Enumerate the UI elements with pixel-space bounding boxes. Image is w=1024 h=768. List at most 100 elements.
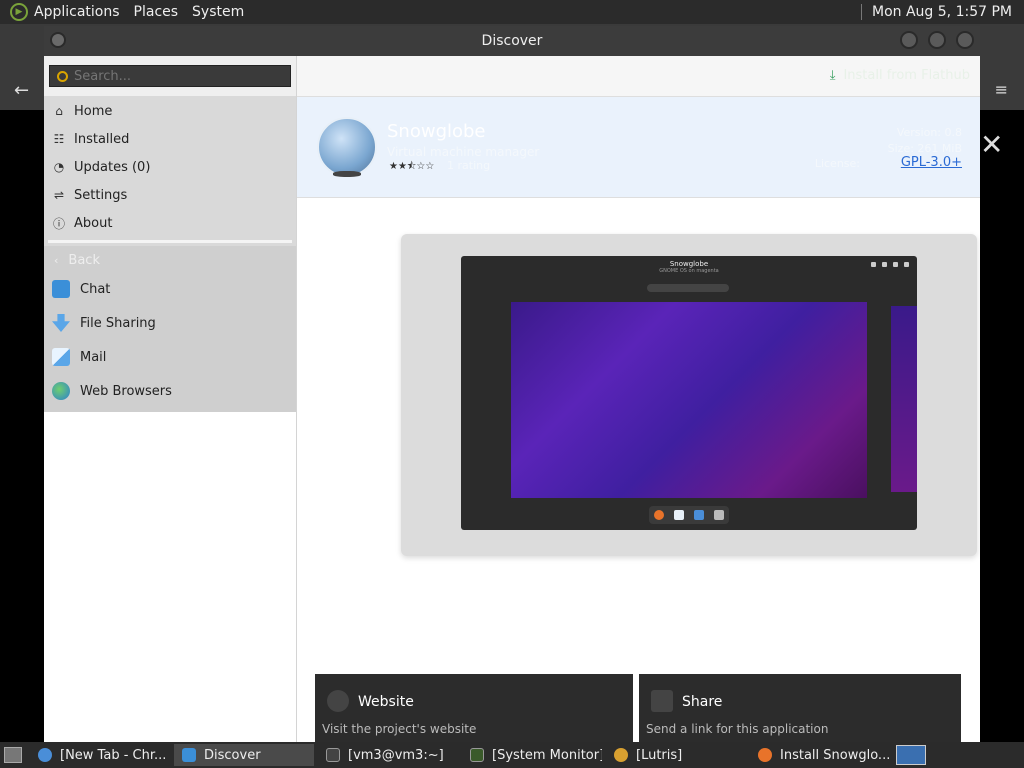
updates-icon: ◔ — [53, 160, 65, 174]
terminal-icon — [326, 748, 340, 762]
license-link[interactable]: GPL-3.0+ — [901, 155, 962, 170]
category-item-web-browsers[interactable]: Web Browsers — [44, 374, 296, 408]
screenshot-carousel[interactable]: Snowglobe GNOME OS on magenta — [401, 234, 977, 556]
card-desc: Send a link for this application — [646, 722, 829, 736]
files-icon — [674, 510, 684, 520]
card-desc: Visit the project's website — [322, 722, 477, 736]
home-icon: ⌂ — [55, 104, 63, 118]
task-label: Install Snowglo... — [780, 747, 890, 763]
card-title: Website — [358, 694, 414, 710]
clock-area: Mon Aug 5, 1:57 PM — [861, 4, 1024, 20]
firefox-icon — [654, 510, 664, 520]
taskbar: [New Tab - Chr... Discover [vm3@vm3:~] [… — [0, 742, 1024, 768]
task-chrome[interactable]: [New Tab - Chr... — [30, 744, 170, 766]
install-button[interactable]: ⤓ Install from Flathub — [830, 68, 970, 83]
system-monitor-icon — [470, 748, 484, 762]
mate-logo-icon[interactable]: ▶ — [10, 3, 28, 21]
menu-places[interactable]: Places — [134, 4, 179, 20]
back-label: Back — [68, 252, 100, 268]
window-controls — [900, 31, 974, 49]
sidebar-item-label: About — [74, 215, 113, 231]
app-name: Snowglobe — [387, 121, 486, 142]
category-label: File Sharing — [80, 315, 156, 331]
workspace-switcher[interactable] — [896, 745, 926, 765]
snowglobe-app-icon — [317, 117, 377, 177]
show-desktop-icon[interactable] — [4, 747, 22, 763]
screenshot-subtitle: GNOME OS on magenta — [659, 268, 719, 274]
content-header: ⤓ Install from Flathub — [297, 56, 980, 97]
discover-icon — [182, 748, 196, 762]
task-lutris[interactable]: [Lutris] — [606, 744, 746, 766]
minimize-button[interactable] — [900, 31, 918, 49]
sidebar-item-updates[interactable]: ◔ Updates (0) — [44, 153, 296, 181]
file-sharing-icon — [52, 314, 70, 332]
sidebar-item-settings[interactable]: ⇌ Settings — [44, 181, 296, 209]
sidebar-item-label: Installed — [74, 131, 130, 147]
clock[interactable]: Mon Aug 5, 1:57 PM — [872, 4, 1012, 20]
sidebar-item-home[interactable]: ⌂ Home — [44, 97, 296, 125]
screenshot-title: Snowglobe — [669, 260, 709, 268]
firefox-icon — [758, 748, 772, 762]
close-icon[interactable]: ✕ — [980, 128, 1006, 161]
website-card[interactable]: Website Visit the project's website — [315, 674, 633, 742]
top-panel: ▶ Applications Places System Mon Aug 5, … — [0, 0, 1024, 24]
task-label: [System Monitor] — [492, 747, 602, 763]
back-arrow-icon[interactable]: ← — [14, 80, 29, 101]
share-card[interactable]: Share Send a link for this application — [639, 674, 961, 742]
screenshot-wallpaper — [511, 302, 867, 498]
rating-count[interactable]: 1 rating — [447, 159, 490, 172]
category-item-chat[interactable]: Chat — [44, 272, 296, 306]
task-terminal[interactable]: [vm3@vm3:~] — [318, 744, 458, 766]
sidebar-item-about[interactable]: ⓘ About — [44, 209, 296, 237]
share-icon — [651, 690, 673, 712]
menu-applications[interactable]: Applications — [34, 4, 120, 20]
settings-icon: ⇌ — [53, 188, 65, 202]
search-box[interactable] — [49, 65, 291, 87]
app-meta: Version: 0.8 Size: 261 MiB — [888, 125, 962, 157]
sidebar-item-label: Settings — [74, 187, 128, 203]
license-label: License: — [814, 157, 860, 170]
chat-icon — [52, 280, 70, 298]
link-cards: Website Visit the project's website Shar… — [315, 674, 961, 742]
window-menu-icon[interactable] — [50, 32, 66, 48]
window-title: Discover — [481, 33, 543, 49]
chevron-left-icon: ‹ — [54, 253, 59, 267]
maximize-button[interactable] — [928, 31, 946, 49]
category-label: Chat — [80, 281, 111, 297]
menu-system[interactable]: System — [192, 4, 244, 20]
sidebar: ⌂ Home ☷ Installed ◔ Updates (0) ⇌ Setti… — [44, 56, 297, 742]
search-input[interactable] — [74, 68, 274, 84]
screenshot-dock — [649, 506, 729, 524]
install-label: Install from Flathub — [843, 68, 970, 83]
sidebar-item-label: Home — [74, 103, 113, 119]
task-label: Discover — [204, 747, 261, 763]
installed-icon: ☷ — [53, 132, 65, 146]
panel-separator — [861, 4, 863, 20]
app-grid-icon — [714, 510, 724, 520]
category-item-mail[interactable]: Mail — [44, 340, 296, 374]
window-titlebar[interactable]: Discover — [44, 26, 980, 56]
web-browsers-icon — [52, 382, 70, 400]
download-icon: ⤓ — [829, 68, 836, 83]
chrome-icon — [38, 748, 52, 762]
screenshot-next-preview — [891, 306, 917, 492]
docs-icon — [694, 510, 704, 520]
lutris-icon — [614, 748, 628, 762]
globe-icon — [327, 690, 349, 712]
task-firefox[interactable]: Install Snowglo... — [750, 744, 890, 766]
category-item-file-sharing[interactable]: File Sharing — [44, 306, 296, 340]
main-content: ⤓ Install from Flathub Snowglobe Virtual… — [297, 56, 980, 742]
task-discover[interactable]: Discover — [174, 744, 314, 766]
category-back-button[interactable]: ‹ Back — [44, 248, 296, 272]
card-title: Share — [682, 694, 723, 710]
about-icon: ⓘ — [52, 216, 65, 231]
mail-icon — [52, 348, 70, 366]
task-system-monitor[interactable]: [System Monitor] — [462, 744, 602, 766]
task-label: [vm3@vm3:~] — [348, 747, 444, 763]
close-button[interactable] — [956, 31, 974, 49]
hamburger-menu-icon[interactable]: ≡ — [995, 80, 1008, 99]
sidebar-item-installed[interactable]: ☷ Installed — [44, 125, 296, 153]
category-label: Mail — [80, 349, 107, 365]
search-area — [44, 56, 296, 97]
task-label: [New Tab - Chr... — [60, 747, 167, 763]
